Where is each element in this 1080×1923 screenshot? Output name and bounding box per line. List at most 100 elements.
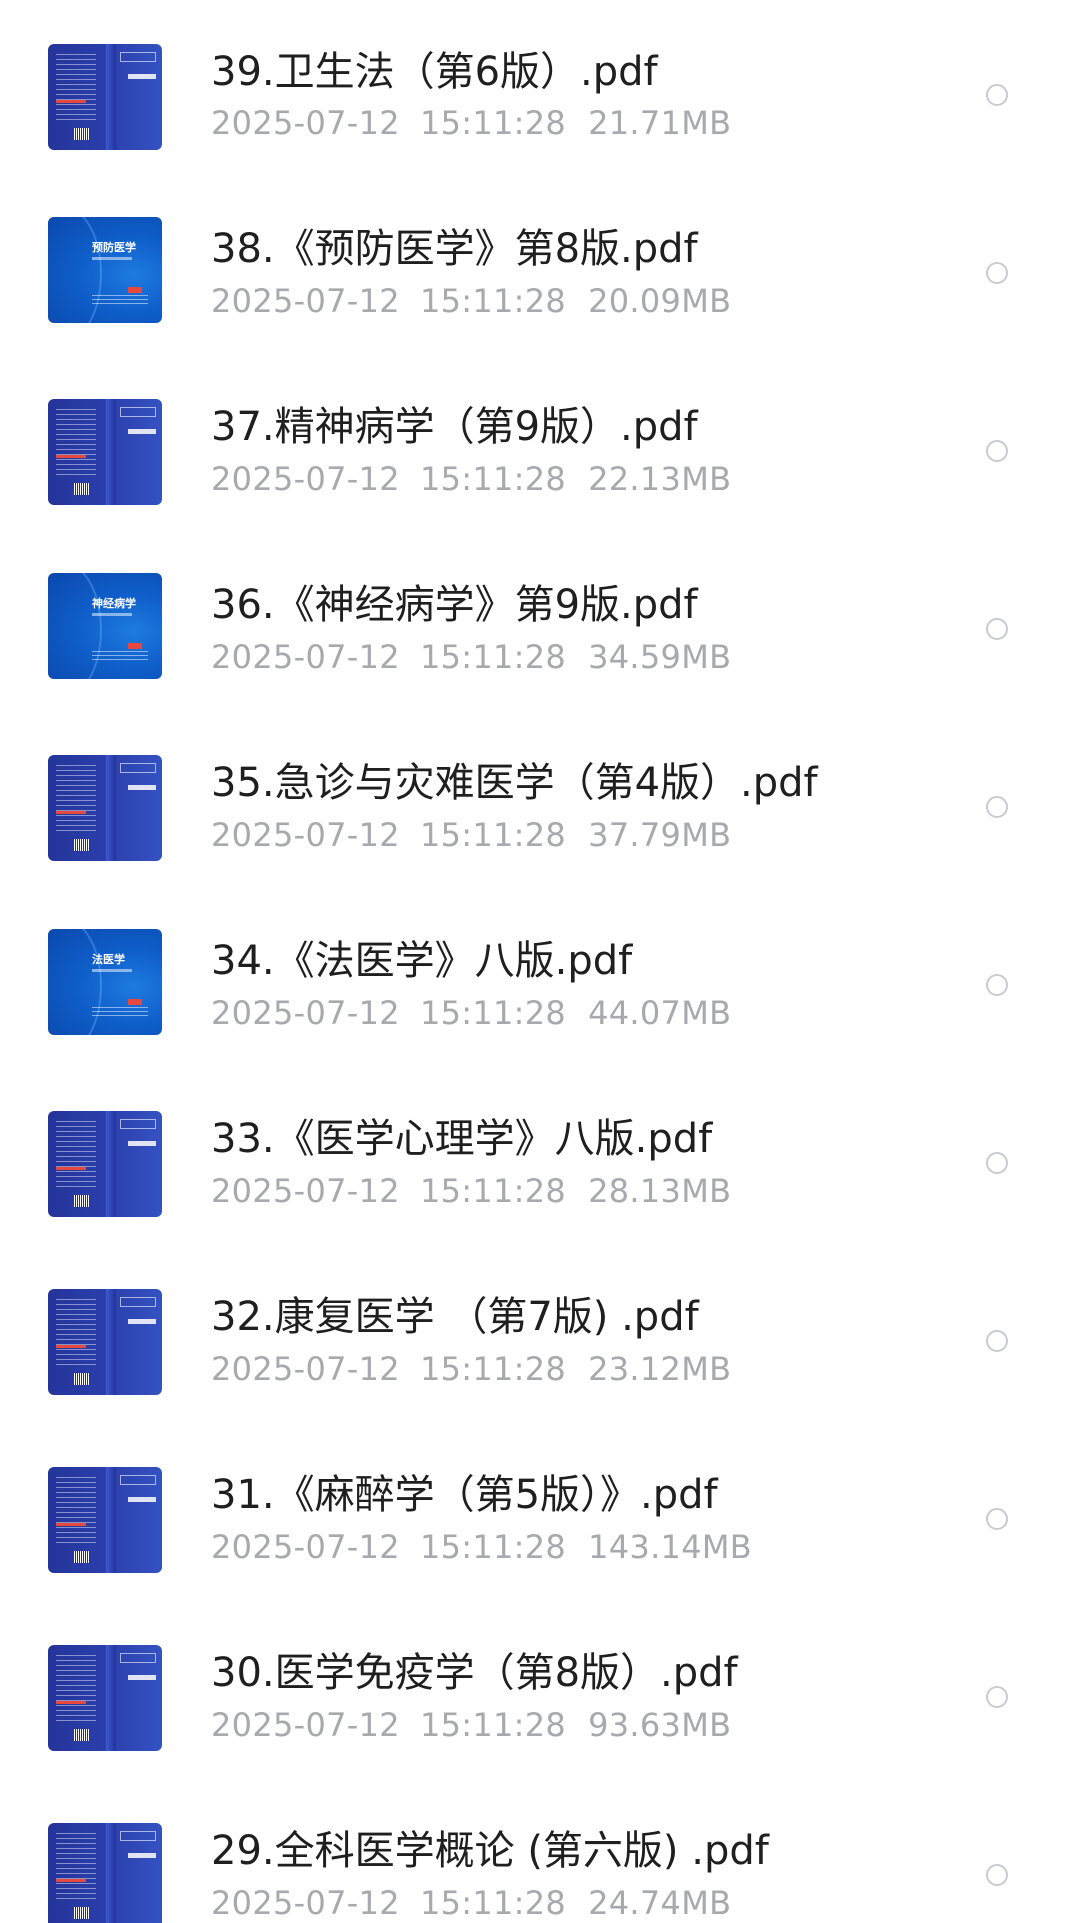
cover-red — [56, 1167, 86, 1170]
pdf-thumbnail — [48, 44, 162, 150]
cover-spine — [106, 755, 116, 861]
file-meta: 2025-07-12 15:11:28 22.13MB — [211, 460, 731, 498]
cover-sub — [92, 969, 132, 972]
file-size: 23.12MB — [588, 1350, 732, 1388]
select-radio[interactable] — [986, 440, 1008, 462]
file-meta: 2025-07-12 15:11:28 143.14MB — [211, 1528, 752, 1566]
pdf-thumbnail: 法医学 — [48, 929, 162, 1035]
file-date: 2025-07-12 — [211, 104, 400, 142]
file-date: 2025-07-12 — [211, 282, 400, 320]
file-name: 38.《预防医学》第8版.pdf — [211, 226, 698, 272]
file-size: 21.71MB — [588, 104, 732, 142]
cover-front-title — [128, 429, 156, 434]
file-size: 44.07MB — [588, 994, 732, 1032]
select-radio[interactable] — [986, 1152, 1008, 1174]
cover-barcode — [74, 483, 90, 495]
pdf-thumbnail — [48, 1645, 162, 1751]
file-meta: 2025-07-12 15:11:28 93.63MB — [211, 1706, 731, 1744]
cover-front-logo — [120, 1831, 156, 1841]
file-row[interactable]: 32.康复医学 （第7版) .pdf 2025-07-12 15:11:28 23.… — [0, 1246, 1080, 1424]
cover-decoration — [48, 217, 102, 323]
cover-spine — [106, 44, 116, 150]
file-row[interactable]: 39.卫生法（第6版）.pdf 2025-07-12 15:11:28 21.71M… — [0, 0, 1080, 178]
file-time: 15:11:28 — [419, 638, 567, 676]
file-time: 15:11:28 — [419, 1172, 567, 1210]
select-radio[interactable] — [986, 1508, 1008, 1530]
file-row[interactable]: 37.精神病学（第9版）.pdf 2025-07-12 15:11:28 22.13… — [0, 356, 1080, 534]
file-size: 20.09MB — [588, 282, 732, 320]
cover-front-title — [128, 1853, 156, 1858]
cover-front-title — [128, 785, 156, 790]
file-date: 2025-07-12 — [211, 638, 400, 676]
select-radio[interactable] — [986, 1686, 1008, 1708]
cover-red — [56, 455, 86, 458]
pdf-thumbnail — [48, 1111, 162, 1217]
file-row[interactable]: 预防医学 38.《预防医学》第8版.pdf 2025-07-12 15:11:28… — [0, 178, 1080, 356]
pdf-thumbnail: 神经病学 — [48, 573, 162, 679]
file-date: 2025-07-12 — [211, 1706, 400, 1744]
file-size: 34.59MB — [588, 638, 732, 676]
file-size: 28.13MB — [588, 1172, 732, 1210]
cover-lines — [56, 1299, 96, 1369]
file-row[interactable]: 35.急诊与灾难医学（第4版）.pdf 2025-07-12 15:11:28 37… — [0, 712, 1080, 890]
file-date: 2025-07-12 — [211, 1350, 400, 1388]
file-time: 15:11:28 — [419, 1528, 567, 1566]
select-radio[interactable] — [986, 1864, 1008, 1886]
file-name: 34.《法医学》八版.pdf — [211, 938, 633, 984]
file-time: 15:11:28 — [419, 1706, 567, 1744]
file-name: 32.康复医学 （第7版) .pdf — [211, 1294, 699, 1340]
file-name: 36.《神经病学》第9版.pdf — [211, 582, 698, 628]
cover-front-logo — [120, 52, 156, 62]
file-meta: 2025-07-12 15:11:28 37.79MB — [211, 816, 731, 854]
cover-lines — [56, 409, 96, 479]
cover-front-title — [128, 1675, 156, 1680]
file-name: 39.卫生法（第6版）.pdf — [211, 49, 658, 95]
file-time: 15:11:28 — [419, 994, 567, 1032]
cover-spine — [106, 1823, 116, 1923]
file-time: 15:11:28 — [419, 460, 567, 498]
file-name: 31.《麻醉学（第5版）》.pdf — [211, 1472, 718, 1518]
file-size: 22.13MB — [588, 460, 732, 498]
cover-lines — [92, 1007, 148, 1017]
cover-title: 预防医学 — [92, 241, 136, 254]
cover-barcode — [74, 839, 90, 851]
cover-spine — [106, 1467, 116, 1573]
cover-lines — [56, 1833, 96, 1903]
cover-spine — [106, 1289, 116, 1395]
file-size: 93.63MB — [588, 1706, 732, 1744]
cover-front-logo — [120, 1653, 156, 1663]
select-radio[interactable] — [986, 796, 1008, 818]
pdf-thumbnail — [48, 1289, 162, 1395]
select-radio[interactable] — [986, 84, 1008, 106]
file-row[interactable]: 30.医学免疫学（第8版）.pdf 2025-07-12 15:11:28 93.6… — [0, 1602, 1080, 1780]
pdf-thumbnail — [48, 755, 162, 861]
cover-spine — [106, 399, 116, 505]
file-row[interactable]: 神经病学 36.《神经病学》第9版.pdf 2025-07-12 15:11:28… — [0, 534, 1080, 712]
cover-front-title — [128, 74, 156, 79]
cover-red — [56, 100, 86, 103]
file-row[interactable]: 29.全科医学概论 (第六版) .pdf 2025-07-12 15:11:28 2… — [0, 1780, 1080, 1923]
file-row[interactable]: 法医学 34.《法医学》八版.pdf 2025-07-12 15:11:28 44.… — [0, 890, 1080, 1068]
file-row[interactable]: 33.《医学心理学》八版.pdf 2025-07-12 15:11:28 28.13… — [0, 1068, 1080, 1246]
cover-lines — [56, 1121, 96, 1191]
pdf-thumbnail — [48, 1823, 162, 1923]
file-date: 2025-07-12 — [211, 460, 400, 498]
select-radio[interactable] — [986, 262, 1008, 284]
file-time: 15:11:28 — [419, 1884, 567, 1922]
cover-barcode — [74, 1373, 90, 1385]
file-time: 15:11:28 — [419, 816, 567, 854]
cover-front-logo — [120, 1119, 156, 1129]
file-time: 15:11:28 — [419, 104, 567, 142]
select-radio[interactable] — [986, 974, 1008, 996]
file-row[interactable]: 31.《麻醉学（第5版）》.pdf 2025-07-12 15:11:28 143.… — [0, 1424, 1080, 1602]
cover-badge — [128, 287, 142, 293]
cover-barcode — [74, 1729, 90, 1741]
cover-lines — [56, 54, 96, 124]
cover-red — [56, 811, 86, 814]
cover-barcode — [74, 128, 90, 140]
select-radio[interactable] — [986, 618, 1008, 640]
select-radio[interactable] — [986, 1330, 1008, 1352]
cover-badge — [128, 643, 142, 649]
cover-sub — [92, 613, 132, 616]
cover-front-logo — [120, 407, 156, 417]
